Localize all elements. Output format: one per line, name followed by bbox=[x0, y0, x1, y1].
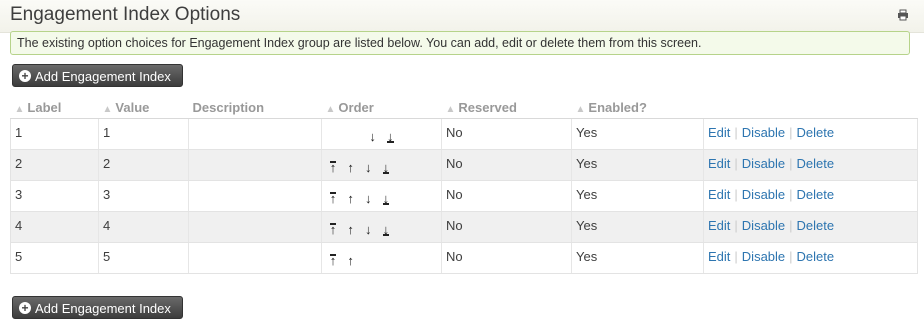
delete-link[interactable]: Delete bbox=[797, 249, 835, 264]
cell-order: ↑ ↑ ↓ ↓ bbox=[321, 180, 442, 212]
col-header-reserved[interactable]: ▲︎ Reserved bbox=[441, 97, 572, 119]
help-message: The existing option choices for Engageme… bbox=[10, 31, 910, 55]
options-table: ▲︎ Label ▲︎ Value Description ▲︎ Order ▲︎ Re… bbox=[10, 97, 918, 274]
edit-link[interactable]: Edit bbox=[708, 218, 730, 233]
cell-value: 3 bbox=[98, 180, 189, 212]
col-header-actions bbox=[703, 97, 918, 119]
table-row: 4 4 ↑ ↑ ↓ ↓ No Yes Edit | Disable | Delete bbox=[10, 211, 918, 243]
edit-link[interactable]: Edit bbox=[708, 156, 730, 171]
cell-value: 2 bbox=[98, 149, 189, 181]
move-bottom-icon[interactable]: ↓ bbox=[379, 161, 393, 174]
edit-link[interactable]: Edit bbox=[708, 187, 730, 202]
cell-description bbox=[188, 211, 322, 243]
move-top-icon[interactable]: ↑ bbox=[326, 254, 340, 267]
cell-label: 1 bbox=[10, 118, 99, 150]
delete-link[interactable]: Delete bbox=[797, 218, 835, 233]
cell-enabled: Yes bbox=[571, 118, 704, 150]
cell-enabled: Yes bbox=[571, 242, 704, 274]
add-engagement-index-button-bottom[interactable]: + Add Engagement Index bbox=[12, 296, 183, 319]
table-header-row: ▲︎ Label ▲︎ Value Description ▲︎ Order ▲︎ Re… bbox=[10, 97, 918, 119]
cell-enabled: Yes bbox=[571, 149, 704, 181]
cell-order: ↑ ↑ ↓ ↓ bbox=[321, 149, 442, 181]
table-row: 1 1 ↓ ↓ No Yes Edit | Disable | Delete bbox=[10, 118, 918, 150]
sort-icon: ▲︎ bbox=[575, 104, 586, 115]
add-button-label: Add Engagement Index bbox=[35, 301, 171, 316]
cell-reserved: No bbox=[441, 118, 572, 150]
cell-reserved: No bbox=[441, 211, 572, 243]
add-engagement-index-button-top[interactable]: + Add Engagement Index bbox=[12, 64, 183, 87]
delete-link[interactable]: Delete bbox=[797, 156, 835, 171]
table-row: 3 3 ↑ ↑ ↓ ↓ No Yes Edit | Disable | Delete bbox=[10, 180, 918, 212]
col-header-label[interactable]: ▲︎ Label bbox=[10, 97, 99, 119]
cell-reserved: No bbox=[441, 242, 572, 274]
plus-circle-icon: + bbox=[19, 70, 31, 82]
disable-link[interactable]: Disable bbox=[742, 156, 785, 171]
disable-link[interactable]: Disable bbox=[742, 218, 785, 233]
move-down-icon[interactable]: ↓ bbox=[361, 223, 375, 236]
col-header-description: Description bbox=[188, 97, 322, 119]
move-up-icon[interactable]: ↑ bbox=[344, 161, 358, 174]
disable-link[interactable]: Disable bbox=[742, 249, 785, 264]
cell-description bbox=[188, 242, 322, 274]
cell-value: 4 bbox=[98, 211, 189, 243]
sort-icon: ▲︎ bbox=[325, 104, 336, 115]
cell-value: 5 bbox=[98, 242, 189, 274]
sort-icon: ▲︎ bbox=[14, 104, 25, 115]
page-title: Engagement Index Options bbox=[10, 4, 241, 25]
move-bottom-icon[interactable]: ↓ bbox=[383, 130, 397, 143]
move-bottom-icon[interactable]: ↓ bbox=[379, 192, 393, 205]
cell-actions: Edit | Disable | Delete bbox=[703, 242, 918, 274]
cell-actions: Edit | Disable | Delete bbox=[703, 149, 918, 181]
table-row: 2 2 ↑ ↑ ↓ ↓ No Yes Edit | Disable | Delete bbox=[10, 149, 918, 181]
col-header-value[interactable]: ▲︎ Value bbox=[98, 97, 189, 119]
cell-description bbox=[188, 149, 322, 181]
cell-reserved: No bbox=[441, 180, 572, 212]
cell-actions: Edit | Disable | Delete bbox=[703, 118, 918, 150]
cell-label: 3 bbox=[10, 180, 99, 212]
cell-enabled: Yes bbox=[571, 180, 704, 212]
move-down-icon[interactable]: ↓ bbox=[361, 161, 375, 174]
cell-actions: Edit | Disable | Delete bbox=[703, 211, 918, 243]
move-up-icon[interactable]: ↑ bbox=[344, 254, 358, 267]
move-top-icon[interactable]: ↑ bbox=[326, 192, 340, 205]
cell-reserved: No bbox=[441, 149, 572, 181]
move-down-icon[interactable]: ↓ bbox=[361, 192, 375, 205]
disable-link[interactable]: Disable bbox=[742, 125, 785, 140]
cell-order: ↑ ↑ ↓ ↓ bbox=[321, 211, 442, 243]
cell-order: ↑ ↑ bbox=[321, 242, 442, 274]
move-up-icon[interactable]: ↑ bbox=[344, 192, 358, 205]
cell-label: 2 bbox=[10, 149, 99, 181]
disable-link[interactable]: Disable bbox=[742, 187, 785, 202]
cell-value: 1 bbox=[98, 118, 189, 150]
edit-link[interactable]: Edit bbox=[708, 125, 730, 140]
sort-icon: ▲︎ bbox=[102, 104, 113, 115]
cell-actions: Edit | Disable | Delete bbox=[703, 180, 918, 212]
sort-icon: ▲︎ bbox=[445, 104, 456, 115]
page-header: Engagement Index Options bbox=[0, 0, 924, 33]
move-up-icon[interactable]: ↑ bbox=[344, 223, 358, 236]
col-header-enabled[interactable]: ▲︎ Enabled? bbox=[571, 97, 704, 119]
add-button-label: Add Engagement Index bbox=[35, 69, 171, 84]
cell-enabled: Yes bbox=[571, 211, 704, 243]
delete-link[interactable]: Delete bbox=[797, 187, 835, 202]
cell-order: ↓ ↓ bbox=[321, 118, 442, 150]
cell-description bbox=[188, 180, 322, 212]
move-top-icon[interactable]: ↑ bbox=[326, 223, 340, 236]
plus-circle-icon: + bbox=[19, 302, 31, 314]
edit-link[interactable]: Edit bbox=[708, 249, 730, 264]
cell-label: 4 bbox=[10, 211, 99, 243]
cell-label: 5 bbox=[10, 242, 99, 274]
col-header-order[interactable]: ▲︎ Order bbox=[321, 97, 442, 119]
move-bottom-icon[interactable]: ↓ bbox=[379, 223, 393, 236]
cell-description bbox=[188, 118, 322, 150]
move-down-icon[interactable]: ↓ bbox=[366, 130, 380, 143]
table-row: 5 5 ↑ ↑ No Yes Edit | Disable | Delete bbox=[10, 242, 918, 274]
print-icon[interactable] bbox=[897, 9, 909, 21]
move-top-icon[interactable]: ↑ bbox=[326, 161, 340, 174]
delete-link[interactable]: Delete bbox=[797, 125, 835, 140]
